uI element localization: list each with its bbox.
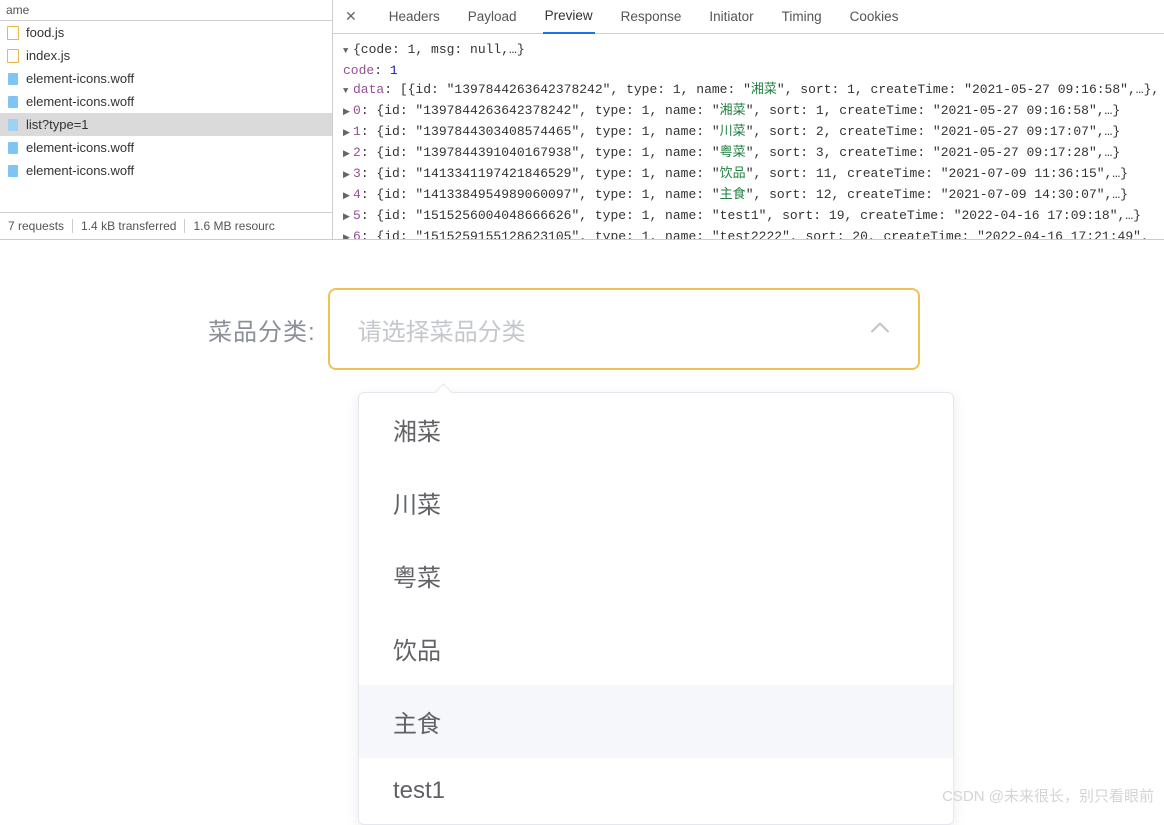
- category-label: 菜品分类:: [208, 312, 316, 347]
- file-name: element-icons.woff: [26, 94, 134, 109]
- file-icon: [6, 164, 20, 178]
- tab-cookies[interactable]: Cookies: [848, 0, 901, 33]
- json-row[interactable]: 3: {id: "1413341197421846529", type: 1, …: [337, 164, 1160, 185]
- file-list-header: ame: [0, 0, 332, 21]
- select-placeholder: 请选择菜品分类: [358, 312, 526, 347]
- expand-icon[interactable]: [343, 122, 353, 143]
- json-preview[interactable]: {code: 1, msg: null,…} code: 1 data: [{i…: [333, 34, 1164, 239]
- dropdown-option[interactable]: 川菜: [359, 466, 953, 539]
- expand-icon[interactable]: [343, 101, 353, 122]
- tab-headers[interactable]: Headers: [387, 0, 442, 33]
- tab-timing[interactable]: Timing: [780, 0, 824, 33]
- file-name: element-icons.woff: [26, 71, 134, 86]
- file-list: food.js index.js element-icons.woff element…: [0, 21, 332, 212]
- file-row[interactable]: element-icons.woff: [0, 67, 332, 90]
- response-tabs: ✕ Headers Payload Preview Response Initiator…: [333, 0, 1164, 34]
- expand-icon[interactable]: [343, 206, 353, 227]
- file-row[interactable]: food.js: [0, 21, 332, 44]
- file-name: index.js: [26, 48, 70, 63]
- file-name: food.js: [26, 25, 64, 40]
- status-requests: 7 requests: [8, 219, 64, 233]
- status-bar: 7 requests 1.4 kB transferred 1.6 MB res…: [0, 212, 332, 239]
- json-row[interactable]: 5: {id: "1515256004048666626", type: 1, …: [337, 206, 1160, 227]
- json-row[interactable]: 2: {id: "1397844391040167938", type: 1, …: [337, 143, 1160, 164]
- json-row[interactable]: 6: {id: "1515259155128623105", type: 1, …: [337, 227, 1160, 239]
- expand-icon[interactable]: [343, 227, 353, 239]
- status-transferred: 1.4 kB transferred: [72, 219, 176, 233]
- json-row[interactable]: 4: {id: "1413384954989060097", type: 1, …: [337, 185, 1160, 206]
- dropdown-option[interactable]: 主食: [359, 685, 953, 758]
- file-name: list?type=1: [26, 117, 89, 132]
- expand-icon[interactable]: [343, 143, 353, 164]
- file-icon: [6, 26, 20, 40]
- form-area: 菜品分类: 请选择菜品分类 湘菜川菜粤菜饮品主食test1: [0, 240, 1164, 370]
- file-icon: [6, 95, 20, 109]
- devtools-panel: ame food.js index.js element-icons.woff ele…: [0, 0, 1164, 240]
- expand-icon[interactable]: [343, 185, 353, 206]
- file-name: element-icons.woff: [26, 163, 134, 178]
- expand-icon[interactable]: [343, 164, 353, 185]
- tab-payload[interactable]: Payload: [466, 0, 519, 33]
- json-row[interactable]: 0: {id: "1397844263642378242", type: 1, …: [337, 101, 1160, 122]
- network-file-panel: ame food.js index.js element-icons.woff ele…: [0, 0, 333, 239]
- category-dropdown: 湘菜川菜粤菜饮品主食test1: [358, 392, 954, 825]
- file-icon: [6, 118, 20, 132]
- expand-icon[interactable]: [343, 40, 353, 61]
- tab-preview[interactable]: Preview: [543, 0, 595, 34]
- file-row[interactable]: index.js: [0, 44, 332, 67]
- file-icon: [6, 141, 20, 155]
- file-icon: [6, 72, 20, 86]
- category-field-row: 菜品分类: 请选择菜品分类: [0, 288, 1164, 370]
- close-icon[interactable]: ✕: [339, 4, 363, 29]
- status-resources: 1.6 MB resourc: [184, 219, 274, 233]
- file-row[interactable]: element-icons.woff: [0, 159, 332, 182]
- file-icon: [6, 49, 20, 63]
- file-row[interactable]: element-icons.woff: [0, 136, 332, 159]
- file-row[interactable]: list?type=1: [0, 113, 332, 136]
- expand-icon[interactable]: [343, 80, 353, 101]
- category-select[interactable]: 请选择菜品分类: [328, 288, 920, 370]
- dropdown-option[interactable]: 饮品: [359, 612, 953, 685]
- response-panel: ✕ Headers Payload Preview Response Initiator…: [333, 0, 1164, 239]
- dropdown-option[interactable]: test1: [359, 758, 953, 824]
- file-name: element-icons.woff: [26, 140, 134, 155]
- tab-initiator[interactable]: Initiator: [707, 0, 755, 33]
- json-row[interactable]: 1: {id: "1397844303408574465", type: 1, …: [337, 122, 1160, 143]
- watermark: CSDN @未来很长，别只看眼前: [942, 785, 1154, 806]
- file-row[interactable]: element-icons.woff: [0, 90, 332, 113]
- chevron-up-icon: [870, 321, 890, 338]
- tab-response[interactable]: Response: [619, 0, 684, 33]
- dropdown-option[interactable]: 粤菜: [359, 539, 953, 612]
- dropdown-option[interactable]: 湘菜: [359, 393, 953, 466]
